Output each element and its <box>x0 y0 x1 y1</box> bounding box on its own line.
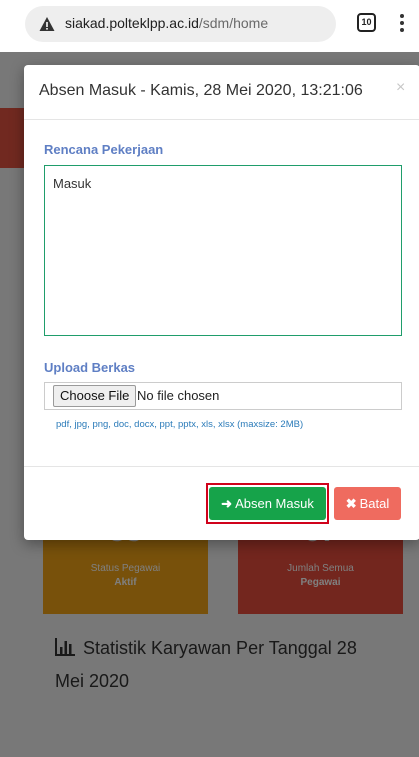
close-icon[interactable]: × <box>396 79 405 97</box>
absen-masuk-label: Absen Masuk <box>235 496 314 511</box>
cancel-label: Batal <box>359 496 390 511</box>
url-text: siakad.polteklpp.ac.id/sdm/home <box>65 15 268 31</box>
file-status-text: No file chosen <box>137 388 220 403</box>
more-menu-icon[interactable] <box>400 14 404 32</box>
modal-header: Absen Masuk - Kamis, 28 Mei 2020, 13:21:… <box>24 65 419 120</box>
browser-toolbar: siakad.polteklpp.ac.id/sdm/home 10 <box>0 0 419 52</box>
sign-in-icon: ➜ <box>221 496 233 511</box>
plan-label: Rencana Pekerjaan <box>44 142 164 157</box>
close-x-icon: ✖ <box>345 496 357 511</box>
file-input[interactable]: Choose File No file chosen <box>44 382 402 410</box>
cancel-button[interactable]: ✖ Batal <box>334 487 401 520</box>
modal-footer: ➜ Absen Masuk ✖ Batal <box>24 466 419 540</box>
file-help-text: pdf, jpg, png, doc, docx, ppt, pptx, xls… <box>56 419 304 430</box>
modal-title: Absen Masuk - Kamis, 28 Mei 2020, 13:21:… <box>39 82 363 99</box>
url-domain: siakad.polteklpp.ac.id <box>65 15 199 31</box>
upload-label: Upload Berkas <box>44 360 136 375</box>
url-path: /sdm/home <box>198 15 269 31</box>
warning-icon <box>39 17 55 31</box>
tab-switcher-button[interactable]: 10 <box>357 13 376 32</box>
choose-file-button[interactable]: Choose File <box>53 385 137 407</box>
address-bar[interactable]: siakad.polteklpp.ac.id/sdm/home <box>25 6 336 42</box>
plan-textarea[interactable]: Masuk <box>44 165 402 336</box>
attendance-modal: Absen Masuk - Kamis, 28 Mei 2020, 13:21:… <box>24 65 419 540</box>
absen-masuk-button[interactable]: ➜ Absen Masuk <box>209 487 326 520</box>
